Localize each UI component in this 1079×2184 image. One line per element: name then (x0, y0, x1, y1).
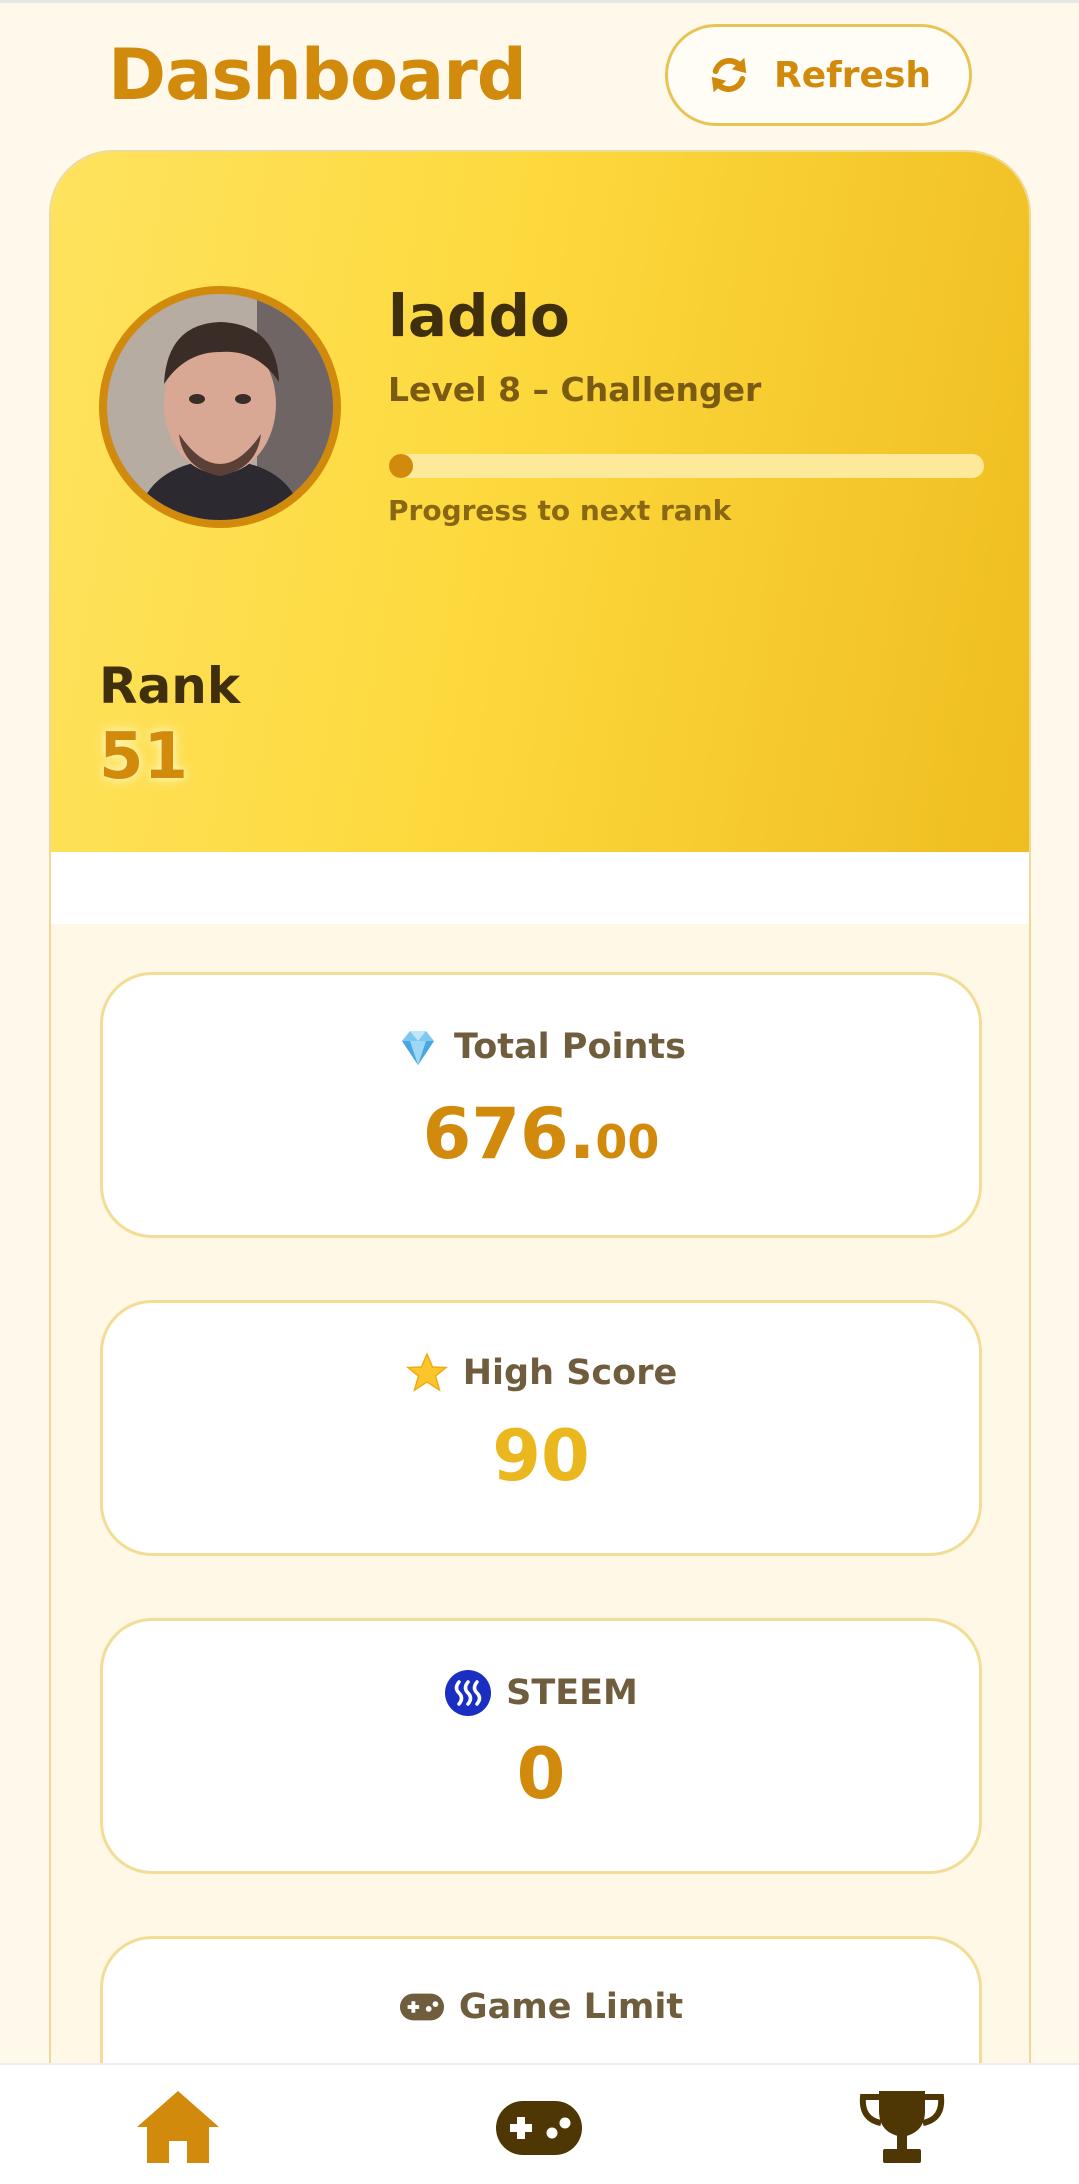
profile-card: laddo Level 8 – Challenger Progress to n… (49, 150, 1031, 2150)
gamepad-icon (399, 1993, 444, 2021)
total-points-decimal: 00 (595, 1115, 660, 1169)
game-limit-label: Game Limit (458, 1987, 684, 2027)
steem-header: STEEM (103, 1669, 979, 1717)
avatar-photo (107, 294, 333, 520)
total-points-header: Total Points (103, 1025, 979, 1069)
steem-logo-icon (445, 1670, 492, 1716)
bottom-nav (0, 2063, 1079, 2184)
high-score-label: High Score (462, 1353, 678, 1393)
high-score-card: High Score 90 (100, 1300, 982, 1556)
gamepad-icon (496, 2101, 582, 2155)
nav-home-button[interactable] (133, 2087, 223, 2167)
progress-label: Progress to next rank (388, 494, 732, 527)
total-points-label: Total Points (454, 1027, 686, 1067)
level-text: Level 8 – Challenger (388, 370, 762, 409)
diamond-icon (402, 1031, 434, 1065)
refresh-label: Refresh (773, 54, 932, 96)
total-points-card: Total Points 676.00 (100, 972, 982, 1238)
steem-card: STEEM 0 (100, 1618, 982, 1874)
avatar (99, 286, 341, 528)
card-divider-band (51, 852, 1029, 924)
rank-progress-fill (389, 454, 413, 478)
nav-games-button[interactable] (494, 2087, 584, 2167)
high-score-header: High Score (103, 1351, 979, 1395)
total-points-integer: 676. (422, 1093, 596, 1175)
rank-value: 51 (99, 720, 189, 794)
refresh-icon (711, 57, 747, 93)
steem-label: STEEM (506, 1673, 638, 1713)
refresh-button[interactable]: Refresh (665, 24, 972, 126)
rank-progress-bar (389, 454, 984, 478)
star-icon (405, 1352, 448, 1392)
nav-leaderboard-button[interactable] (857, 2087, 947, 2167)
home-icon (137, 2091, 219, 2163)
total-points-value: 676.00 (103, 1093, 979, 1175)
steem-value: 0 (516, 1733, 566, 1815)
high-score-value: 90 (492, 1415, 590, 1497)
rank-label: Rank (99, 657, 241, 715)
trophy-icon (859, 2091, 945, 2163)
page-title: Dashboard (108, 34, 527, 116)
username: laddo (388, 282, 570, 350)
game-limit-header: Game Limit (103, 1987, 979, 2027)
